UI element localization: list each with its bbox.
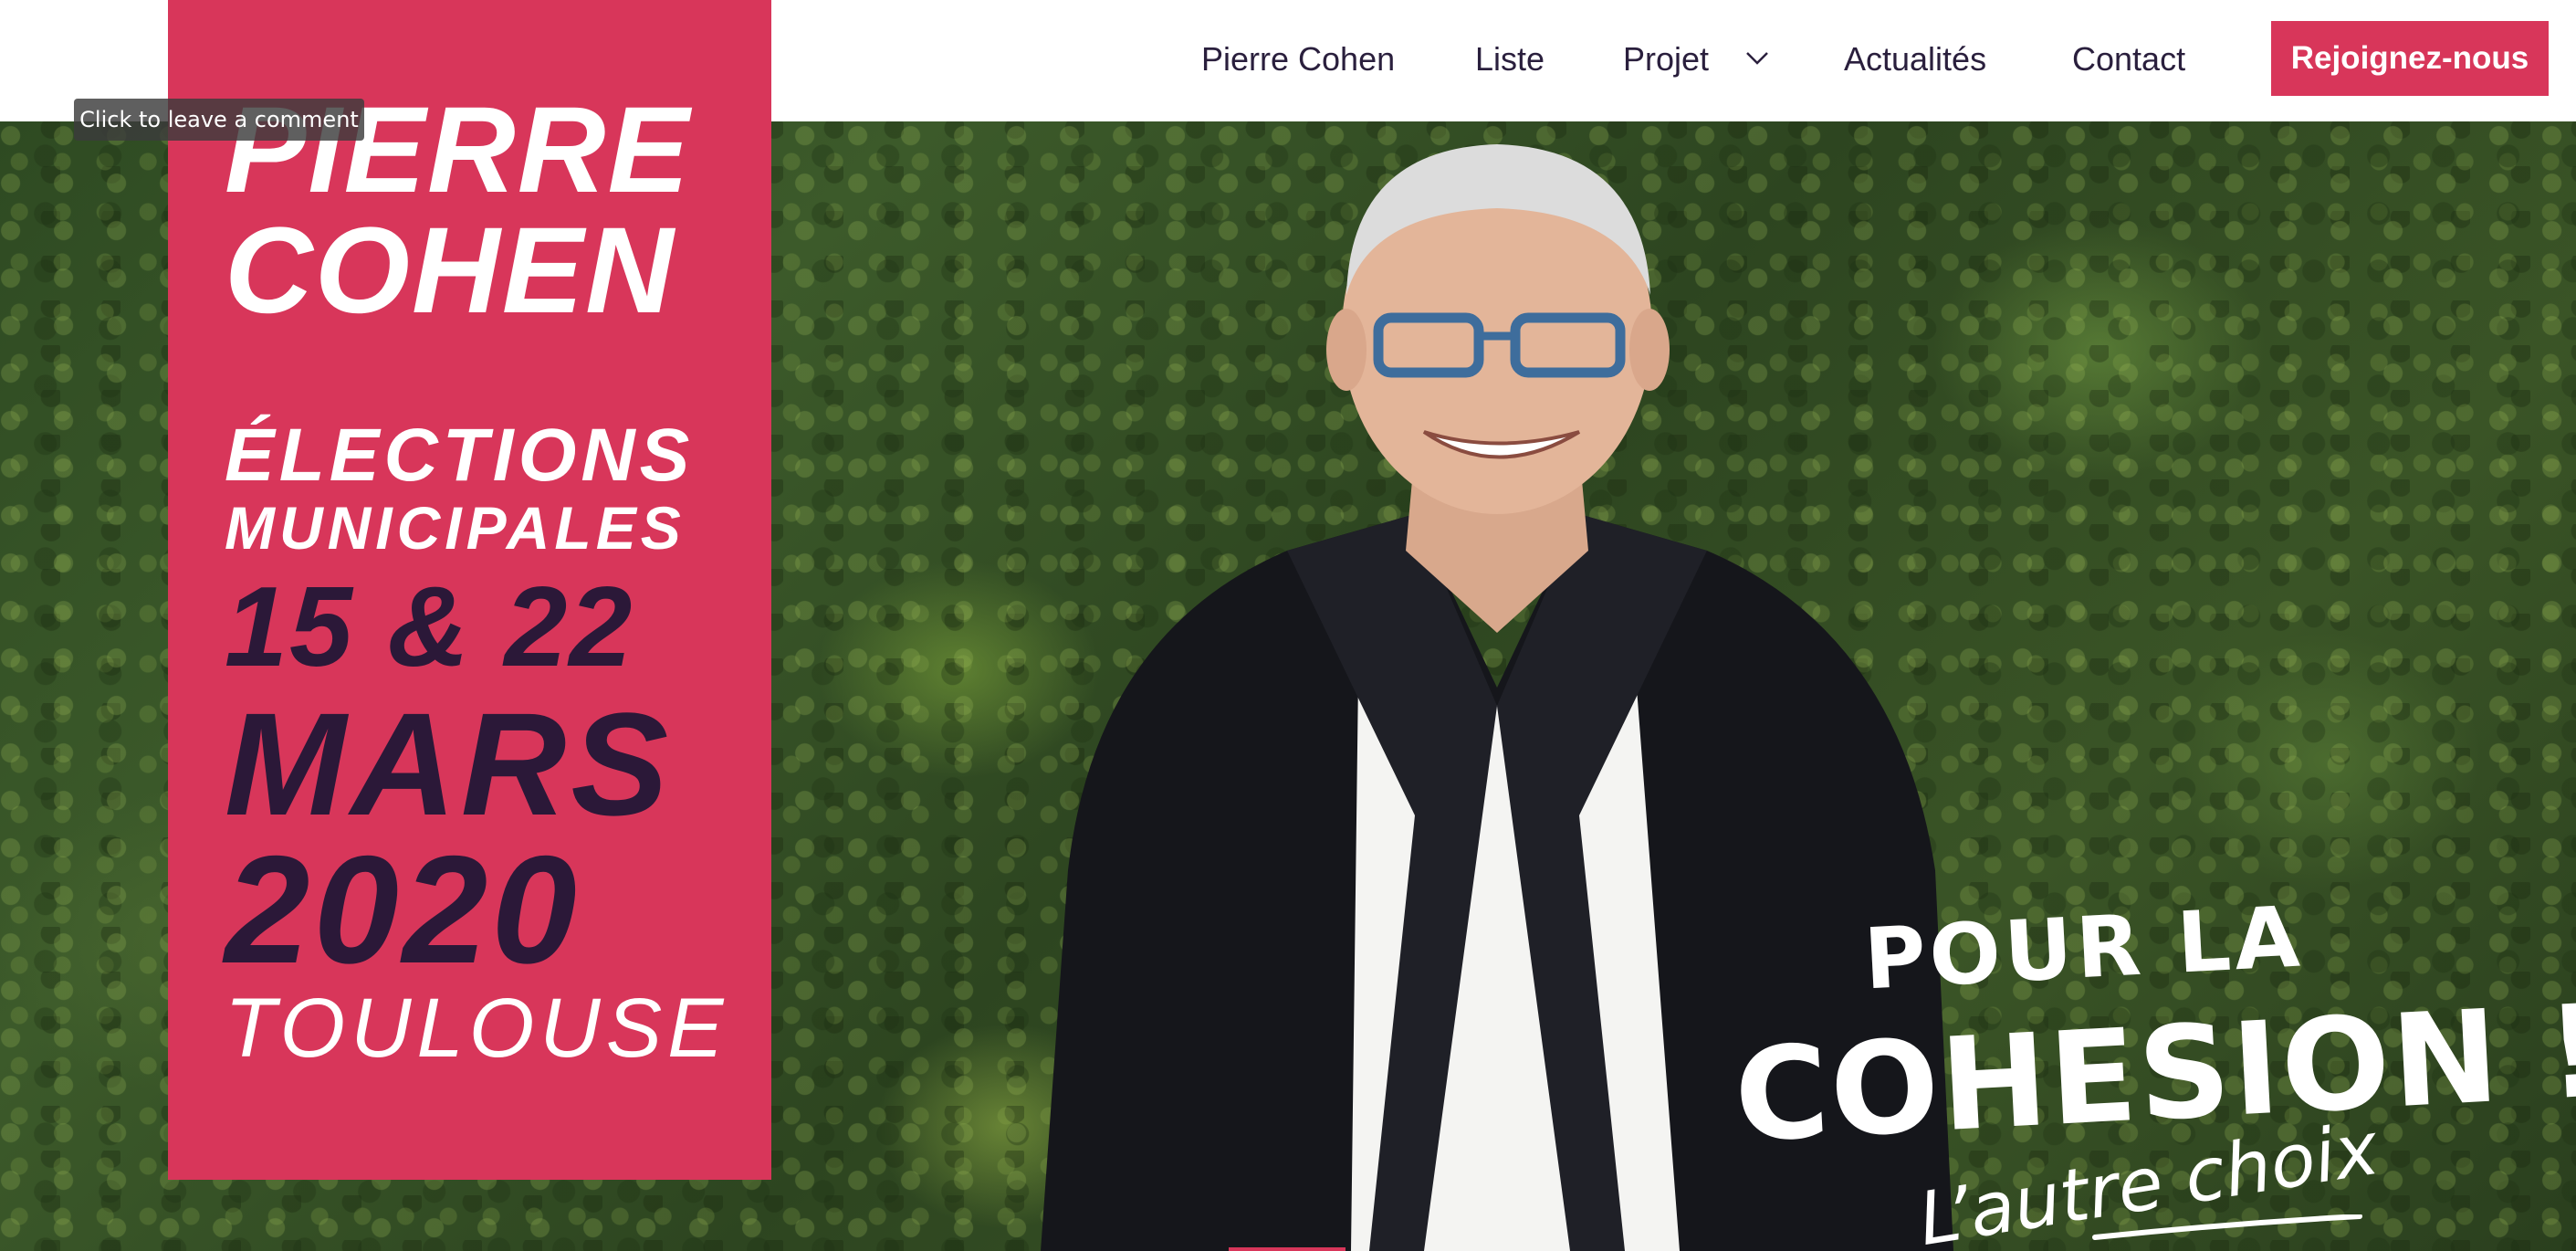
poster-month: MARS (225, 682, 674, 846)
poster-city: TOULOUSE (225, 982, 729, 1075)
nav-contact[interactable]: Contact (2072, 37, 2185, 82)
nav-actualites[interactable]: Actualités (1844, 37, 1986, 82)
page: Pierre Cohen Liste Projet Actualités Con… (0, 0, 2576, 1251)
nav-projet[interactable]: Projet (1623, 37, 1709, 82)
poster-last-name: COHEN (225, 203, 675, 339)
slogan-underline (2092, 1214, 2362, 1240)
chevron-down-icon[interactable] (1742, 42, 1773, 73)
poster-elections: ÉLECTIONS (225, 414, 695, 497)
nav-pierre-cohen[interactable]: Pierre Cohen (1201, 37, 1395, 82)
poster-municipales: MUNICIPALES (225, 494, 686, 562)
join-button[interactable]: Rejoignez-nous (2271, 21, 2549, 96)
nav-liste[interactable]: Liste (1475, 37, 1545, 82)
poster-year: 2020 (225, 824, 581, 995)
comment-tooltip: Click to leave a comment (74, 99, 364, 141)
scroll-indicator (1229, 1247, 1346, 1251)
poster-dates: 15 & 22 (225, 564, 634, 690)
election-poster-panel: PIERRE COHEN ÉLECTIONS MUNICIPALES 15 & … (168, 0, 771, 1180)
